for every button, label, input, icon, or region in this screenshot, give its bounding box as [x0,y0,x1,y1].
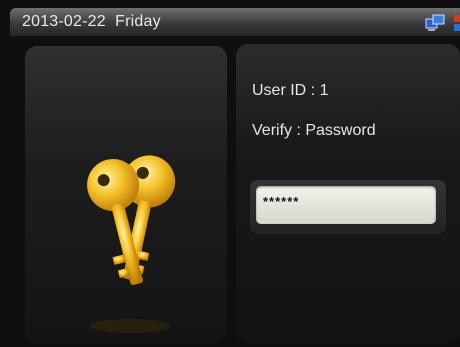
left-panel [25,46,227,343]
device-screen: 2013-02-22 Friday User ID: 1 Verify: P… [0,0,460,347]
network-icon [425,14,445,31]
keys-icon [87,155,176,333]
verify-mode-label: Verify : Password [252,122,376,139]
date-time: 2013-02-22 Friday [22,13,161,31]
date-text: 2013-02-22 [22,13,106,30]
fingerprint-icon [454,15,460,31]
status-bar: 2013-02-22 Friday [10,8,460,36]
weekday-text: Friday [115,13,161,30]
right-panel: User ID : 1 Verify : Password ****** [236,44,460,343]
password-field-frame: ****** [250,180,446,234]
user-id-label: User ID : 1 [252,82,329,99]
password-field[interactable]: ****** [256,186,436,224]
password-value: ****** [263,194,300,209]
